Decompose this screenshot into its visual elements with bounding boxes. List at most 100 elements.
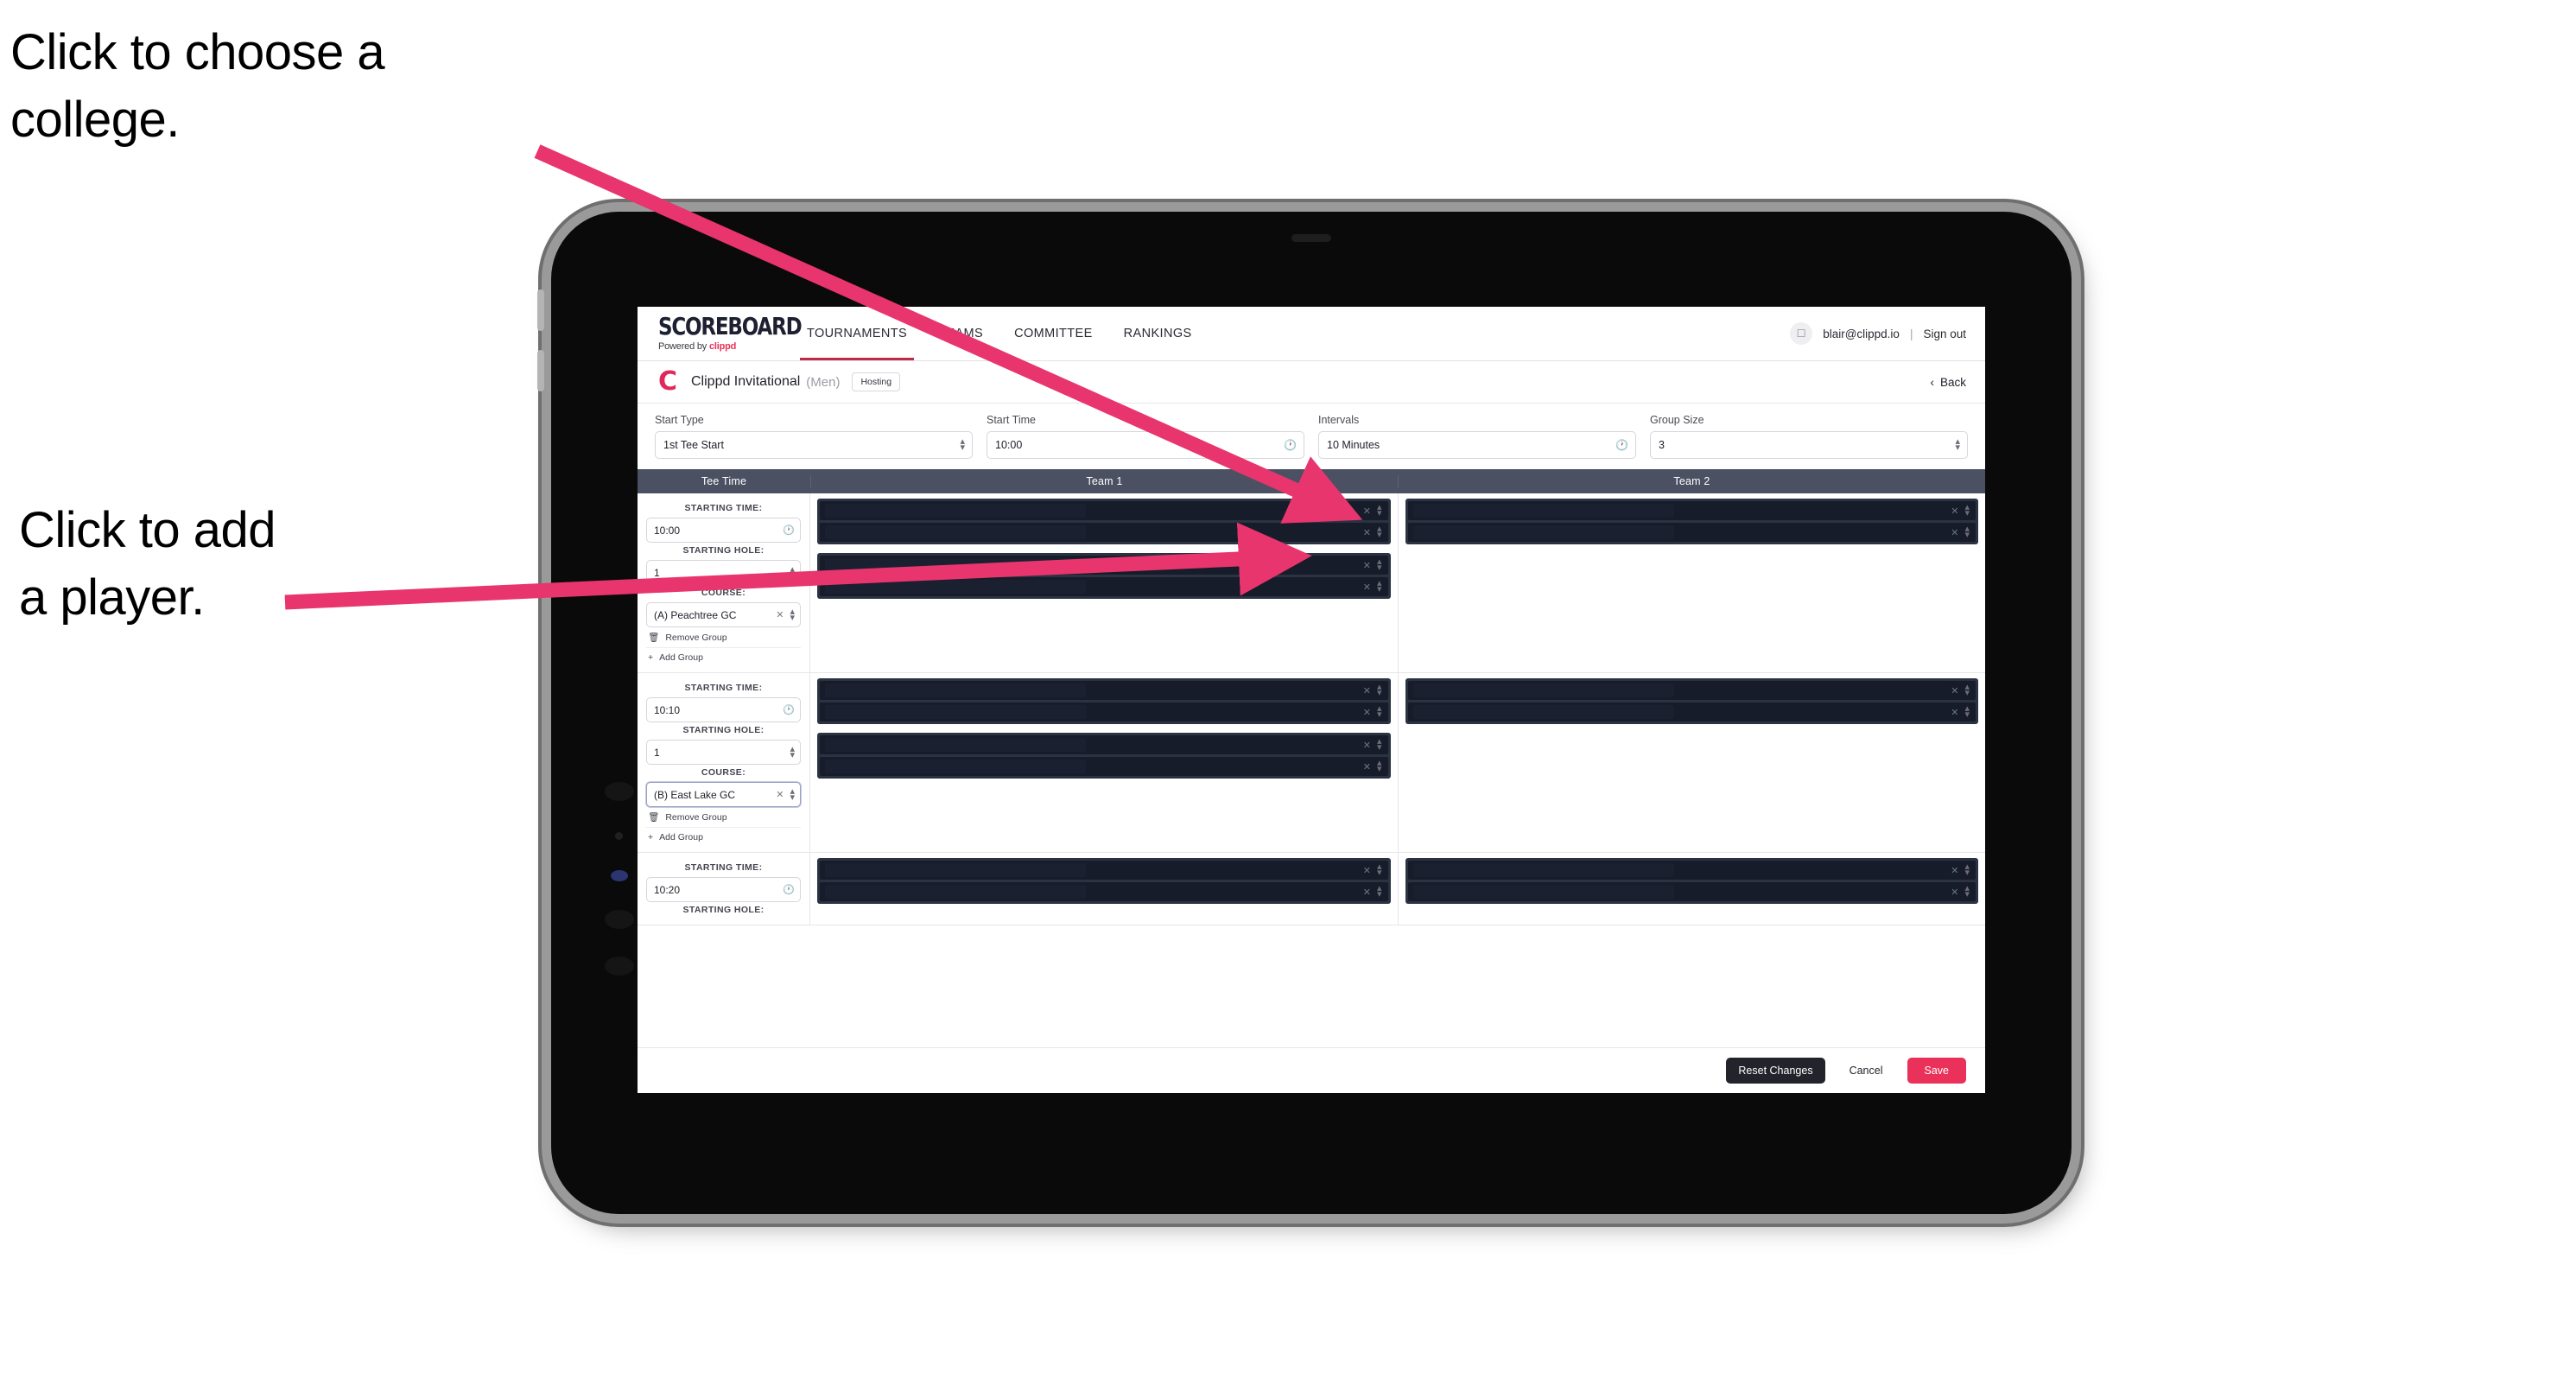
clear-icon[interactable]: ✕ bbox=[1951, 527, 1958, 538]
stepper-icon[interactable]: ▴ ▾ bbox=[790, 786, 795, 802]
tablet-volume-up-button[interactable] bbox=[537, 289, 544, 331]
stepper-icon[interactable]: ▴ ▾ bbox=[1964, 884, 1970, 900]
account-email: blair@clippd.io bbox=[1823, 327, 1900, 340]
starting-time-input[interactable]: 10:20 🕐 bbox=[646, 877, 801, 902]
clock-icon[interactable]: 🕐 bbox=[1284, 439, 1297, 451]
stepper-icon[interactable]: ▴ ▾ bbox=[1377, 884, 1382, 900]
stepper-icon[interactable]: ▴ ▾ bbox=[790, 607, 795, 622]
stepper-icon[interactable]: ▴ ▾ bbox=[1377, 759, 1382, 774]
back-button[interactable]: ‹ Back bbox=[1930, 376, 1966, 389]
player-name-redacted bbox=[825, 580, 1087, 594]
player-slot[interactable]: ✕ ▴ ▾ bbox=[1407, 882, 1976, 901]
player-name-redacted bbox=[1412, 705, 1674, 719]
add-group-button[interactable]: + Add Group bbox=[646, 648, 801, 667]
player-slot[interactable]: ✕ ▴ ▾ bbox=[820, 523, 1388, 542]
player-slot[interactable]: ✕ ▴ ▾ bbox=[1407, 523, 1976, 542]
clear-icon[interactable]: ✕ bbox=[776, 789, 784, 800]
stepper-icon[interactable]: ▴ ▾ bbox=[1964, 862, 1970, 878]
clear-icon[interactable]: ✕ bbox=[1363, 865, 1371, 876]
clear-icon[interactable]: ✕ bbox=[1951, 887, 1958, 898]
plus-icon: + bbox=[648, 652, 654, 663]
clear-icon[interactable]: ✕ bbox=[1363, 887, 1371, 898]
stepper-icon[interactable]: ▴ ▾ bbox=[1964, 683, 1970, 698]
reset-changes-button[interactable]: Reset Changes bbox=[1726, 1058, 1825, 1084]
starting-hole-stepper[interactable]: 1 ▴ ▾ bbox=[646, 560, 801, 585]
stepper-icon[interactable]: ▴ ▾ bbox=[790, 564, 795, 580]
stepper-icon[interactable]: ▴ ▾ bbox=[1377, 557, 1382, 573]
player-slot[interactable]: ✕ ▴ ▾ bbox=[820, 861, 1388, 880]
save-button[interactable]: Save bbox=[1907, 1058, 1966, 1084]
player-slot[interactable]: ✕ ▴ ▾ bbox=[820, 882, 1388, 901]
cancel-button[interactable]: Cancel bbox=[1837, 1058, 1895, 1084]
clear-icon[interactable]: ✕ bbox=[1363, 527, 1371, 538]
starting-time-input[interactable]: 10:00 🕐 bbox=[646, 518, 801, 543]
stepper-icon[interactable]: ▴ ▾ bbox=[790, 744, 795, 760]
team-2-group: ✕ ▴ ▾ ✕ ▴ ▾ bbox=[1405, 499, 1978, 544]
clear-icon[interactable]: ✕ bbox=[1363, 685, 1371, 696]
course-select[interactable]: (B) East Lake GC ✕ ▴ ▾ bbox=[646, 782, 801, 807]
clock-icon[interactable]: 🕐 bbox=[783, 704, 795, 715]
clear-icon[interactable]: ✕ bbox=[1951, 505, 1958, 517]
player-slot[interactable]: ✕ ▴ ▾ bbox=[1407, 861, 1976, 880]
intervals-input[interactable]: 10 Minutes 🕐 bbox=[1318, 431, 1636, 459]
stepper-icon[interactable]: ▴ ▾ bbox=[1964, 525, 1970, 540]
player-slot[interactable]: ✕ ▴ ▾ bbox=[820, 735, 1388, 754]
player-name-redacted bbox=[1412, 683, 1674, 697]
stepper-icon[interactable]: ▴ ▾ bbox=[960, 437, 965, 453]
clear-icon[interactable]: ✕ bbox=[1363, 761, 1371, 772]
player-slot-controls: ✕ ▴ ▾ bbox=[1363, 862, 1382, 878]
group-size-stepper[interactable]: 3 ▴ ▾ bbox=[1650, 431, 1968, 459]
clear-icon[interactable]: ✕ bbox=[1363, 707, 1371, 718]
tee-time-table-body[interactable]: STARTING TIME: 10:00 🕐 STARTING HOLE: 1 ▴ ▾ COU… bbox=[638, 493, 1985, 1047]
stepper-icon[interactable]: ▴ ▾ bbox=[1377, 503, 1382, 518]
clear-icon[interactable]: ✕ bbox=[1951, 707, 1958, 718]
stepper-icon[interactable]: ▴ ▾ bbox=[1955, 437, 1960, 453]
clear-icon[interactable]: ✕ bbox=[1363, 740, 1371, 751]
player-slot[interactable]: ✕ ▴ ▾ bbox=[820, 757, 1388, 776]
nav-item-tournaments[interactable]: TOURNAMENTS bbox=[791, 307, 923, 360]
stepper-icon[interactable]: ▴ ▾ bbox=[1377, 704, 1382, 720]
nav-item-teams[interactable]: TEAMS bbox=[923, 307, 999, 360]
player-slot[interactable]: ✕ ▴ ▾ bbox=[1407, 681, 1976, 700]
player-slot[interactable]: ✕ ▴ ▾ bbox=[820, 556, 1388, 575]
clear-icon[interactable]: ✕ bbox=[1363, 582, 1371, 593]
stepper-icon[interactable]: ▴ ▾ bbox=[1377, 737, 1382, 753]
clear-icon[interactable]: ✕ bbox=[1951, 685, 1958, 696]
remove-group-button[interactable]: 🗑 Remove Group bbox=[646, 627, 801, 648]
tablet-dot-2-icon bbox=[615, 832, 623, 840]
player-slot[interactable]: ✕ ▴ ▾ bbox=[1407, 501, 1976, 520]
stepper-icon[interactable]: ▴ ▾ bbox=[1377, 525, 1382, 540]
stepper-icon[interactable]: ▴ ▾ bbox=[1377, 862, 1382, 878]
start-time-input[interactable]: 10:00 🕐 bbox=[987, 431, 1304, 459]
clear-icon[interactable]: ✕ bbox=[1363, 560, 1371, 571]
nav-item-rankings[interactable]: RANKINGS bbox=[1108, 307, 1208, 360]
stepper-icon[interactable]: ▴ ▾ bbox=[1964, 704, 1970, 720]
tablet-volume-down-button[interactable] bbox=[537, 350, 544, 391]
clock-icon[interactable]: 🕐 bbox=[783, 884, 795, 895]
player-slot[interactable]: ✕ ▴ ▾ bbox=[820, 501, 1388, 520]
clock-icon[interactable]: 🕐 bbox=[783, 525, 795, 536]
stepper-icon[interactable]: ▴ ▾ bbox=[1377, 579, 1382, 594]
user-icon[interactable]: ☐ bbox=[1790, 322, 1813, 345]
player-slot[interactable]: ✕ ▴ ▾ bbox=[820, 681, 1388, 700]
clock-icon[interactable]: 🕐 bbox=[1615, 439, 1628, 451]
sign-out-link[interactable]: Sign out bbox=[1923, 327, 1966, 340]
scoreboard-logo[interactable]: SCOREBOARD Powered by clippd bbox=[658, 315, 803, 352]
team-1-group: ✕ ▴ ▾ ✕ ▴ ▾ bbox=[817, 858, 1391, 904]
add-group-button[interactable]: + Add Group bbox=[646, 828, 801, 847]
player-slot[interactable]: ✕ ▴ ▾ bbox=[1407, 703, 1976, 722]
clear-icon[interactable]: ✕ bbox=[776, 609, 784, 620]
course-select[interactable]: (A) Peachtree GC ✕ ▴ ▾ bbox=[646, 602, 801, 627]
clear-icon[interactable]: ✕ bbox=[1363, 505, 1371, 517]
starting-hole-stepper[interactable]: 1 ▴ ▾ bbox=[646, 740, 801, 765]
chevron-left-icon: ‹ bbox=[1930, 375, 1934, 389]
clear-icon[interactable]: ✕ bbox=[1951, 865, 1958, 876]
stepper-icon[interactable]: ▴ ▾ bbox=[1964, 503, 1970, 518]
start-type-select[interactable]: 1st Tee Start ▴ ▾ bbox=[655, 431, 973, 459]
player-slot[interactable]: ✕ ▴ ▾ bbox=[820, 577, 1388, 596]
player-slot[interactable]: ✕ ▴ ▾ bbox=[820, 703, 1388, 722]
remove-group-button[interactable]: 🗑 Remove Group bbox=[646, 807, 801, 828]
nav-item-committee[interactable]: COMMITTEE bbox=[999, 307, 1108, 360]
stepper-icon[interactable]: ▴ ▾ bbox=[1377, 683, 1382, 698]
starting-time-input[interactable]: 10:10 🕐 bbox=[646, 697, 801, 722]
